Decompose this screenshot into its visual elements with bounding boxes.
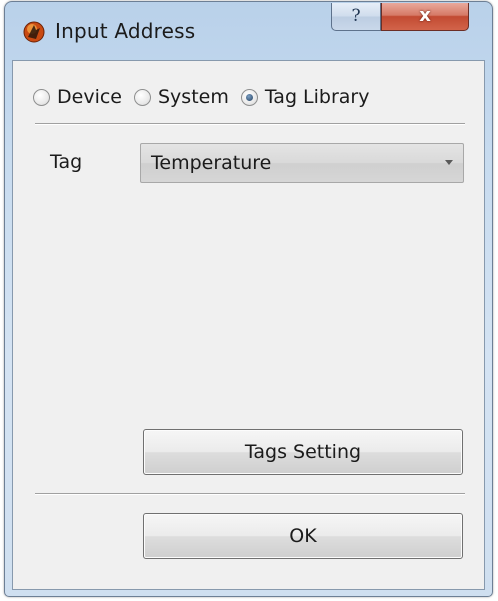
radio-tag-library[interactable]: Tag Library	[240, 86, 370, 108]
radio-system-label[interactable]: System	[158, 86, 229, 108]
ok-button[interactable]: OK	[143, 513, 463, 559]
title-bar[interactable]: Input Address ? x	[5, 2, 492, 60]
dialog-body: Device System Tag Library Tag Temperatur…	[12, 60, 485, 590]
window-title: Input Address	[55, 19, 196, 43]
tags-setting-button[interactable]: Tags Setting	[143, 429, 463, 475]
bottom-separator	[35, 493, 465, 495]
tag-dropdown[interactable]: Temperature	[140, 143, 464, 183]
radio-device-label[interactable]: Device	[57, 86, 122, 108]
tag-label: Tag	[50, 151, 83, 173]
radio-system-button[interactable]	[133, 88, 151, 106]
tag-dropdown-value: Temperature	[151, 152, 272, 174]
source-radio-group: Device System Tag Library	[33, 83, 381, 111]
chevron-down-icon[interactable]	[445, 160, 453, 165]
radio-device-button[interactable]	[33, 88, 50, 106]
close-button[interactable]: x	[381, 3, 469, 31]
radio-system[interactable]: System	[133, 86, 229, 108]
input-address-dialog: Input Address ? x Device System Tag Libr…	[4, 1, 493, 597]
radio-device[interactable]: Device	[33, 86, 122, 108]
radio-tag-library-label[interactable]: Tag Library	[265, 86, 370, 108]
help-button[interactable]: ?	[331, 3, 381, 31]
radio-tag-library-button[interactable]	[240, 88, 258, 106]
top-separator	[35, 123, 465, 125]
app-icon	[23, 21, 45, 43]
